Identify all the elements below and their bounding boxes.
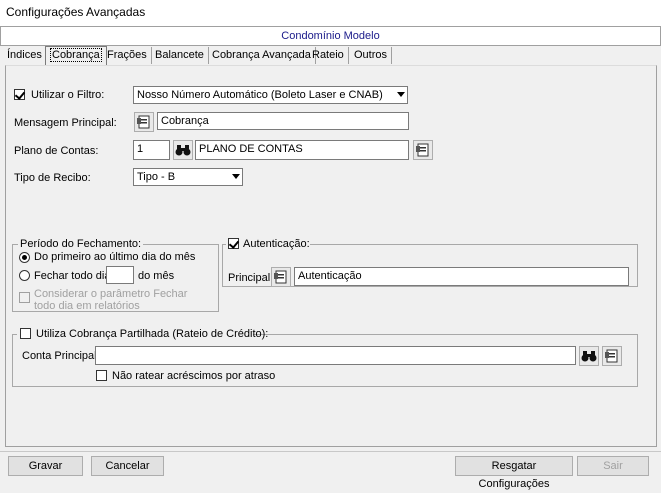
tab-cobranca[interactable]: Cobrança — [45, 46, 107, 66]
no-apportion-checkbox[interactable] — [96, 370, 107, 381]
receipt-type-select[interactable]: Tipo - B — [133, 168, 243, 186]
first-to-last-label: Do primeiro ao último dia do mês — [34, 251, 196, 263]
lookup-accounts-button[interactable] — [413, 140, 433, 160]
main-account-label: Conta Principal: — [22, 350, 100, 362]
chart-accounts-label: Plano de Contas: — [14, 145, 99, 157]
use-filter-checkbox[interactable] — [14, 89, 25, 100]
auth-checkbox[interactable] — [228, 238, 239, 249]
binoculars-icon — [175, 145, 191, 156]
filter-select[interactable]: Nosso Número Automático (Boleto Laser e … — [133, 86, 408, 104]
bottom-divider — [0, 451, 661, 452]
main-account-input[interactable] — [95, 346, 576, 365]
auth-principal-label: Principal: — [228, 272, 274, 284]
radio-first-to-last[interactable] — [19, 252, 30, 263]
close-every-day-label: Fechar todo dia — [34, 270, 111, 282]
cancel-button[interactable]: Cancelar — [91, 456, 164, 476]
tab-balancete[interactable]: Balancete — [151, 47, 209, 64]
tab-cobranca-avancada[interactable]: Cobrança Avançada — [208, 47, 316, 64]
shared-billing-title: Utiliza Cobrança Partilhada (Rateio de C… — [36, 328, 269, 340]
radio-close-every-day[interactable] — [19, 270, 30, 281]
tab-rateio[interactable]: Rateio — [308, 47, 349, 64]
receipt-type-label: Tipo de Recibo: — [14, 172, 91, 184]
search-accounts-button[interactable] — [173, 140, 193, 160]
lookup-auth-button[interactable] — [271, 267, 291, 287]
tab-outros[interactable]: Outros — [350, 47, 393, 64]
tab-fracoes[interactable]: Frações — [103, 47, 152, 64]
auth-group-title: Autenticação: — [243, 238, 310, 250]
chevron-down-icon — [232, 174, 240, 179]
chevron-down-icon — [397, 92, 405, 97]
restore-config-button[interactable]: Resgatar Configurações — [455, 456, 573, 490]
consider-param-checkbox[interactable] — [19, 292, 30, 303]
main-message-label: Mensagem Principal: — [14, 117, 117, 129]
chart-accounts-code-input[interactable]: 1 — [133, 140, 170, 160]
binoculars-icon — [581, 351, 597, 362]
shared-billing-checkbox[interactable] — [20, 328, 31, 339]
exit-button[interactable]: Sair — [577, 456, 649, 476]
main-message-input[interactable]: Cobrança — [157, 112, 409, 130]
form-lookup-icon — [137, 115, 150, 129]
no-apportion-label: Não ratear acréscimos por atraso — [112, 370, 276, 382]
save-button[interactable]: Gravar — [8, 456, 83, 476]
consider-param-label: Considerar o parâmetro Fechar todo dia e… — [34, 288, 188, 312]
use-filter-label: Utilizar o Filtro: — [31, 89, 105, 101]
condominium-banner: Condomínio Modelo — [0, 26, 661, 46]
search-main-account-button[interactable] — [579, 346, 599, 366]
chart-accounts-name-input[interactable]: PLANO DE CONTAS — [195, 140, 409, 160]
auth-principal-input[interactable]: Autenticação — [294, 267, 629, 286]
form-lookup-icon — [416, 143, 429, 157]
form-lookup-icon — [274, 270, 287, 284]
lookup-main-account-button[interactable] — [602, 346, 622, 366]
lookup-message-button[interactable] — [134, 112, 154, 132]
form-lookup-icon — [605, 349, 618, 363]
period-group-title: Período do Fechamento: — [18, 238, 144, 250]
window-title: Configurações Avançadas — [6, 5, 146, 19]
tab-indices[interactable]: Índices — [3, 47, 47, 64]
close-day-input[interactable] — [106, 266, 134, 284]
close-every-day-suffix: do mês — [138, 270, 175, 282]
